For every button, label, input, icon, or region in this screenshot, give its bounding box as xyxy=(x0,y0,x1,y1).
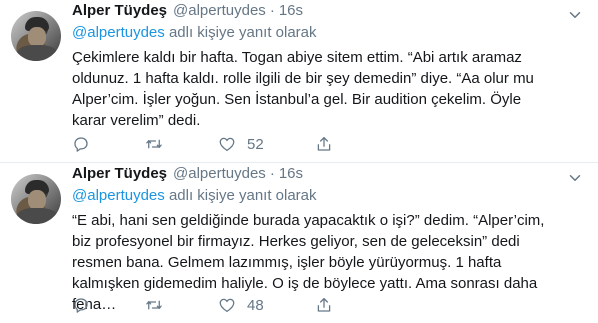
chevron-down-icon[interactable] xyxy=(566,169,584,187)
like-icon xyxy=(219,298,235,313)
reply-icon xyxy=(74,137,88,152)
tweet-time[interactable]: 16s xyxy=(279,2,303,19)
tweet-thread: Alper Tüydeş @alpertuydes · 16s @alpertu… xyxy=(0,0,598,323)
share-icon xyxy=(317,297,331,312)
separator-dot: · xyxy=(269,165,275,182)
reply-icon xyxy=(74,298,88,313)
avatar[interactable] xyxy=(11,11,61,61)
avatar[interactable] xyxy=(11,174,61,224)
share-button[interactable] xyxy=(315,296,388,314)
like-icon xyxy=(219,137,235,152)
like-count: 48 xyxy=(247,296,264,314)
tweet-header: Alper Tüydeş @alpertuydes · 16s xyxy=(72,2,303,24)
reply-button[interactable] xyxy=(72,135,145,153)
avatar-face xyxy=(28,190,46,210)
separator-dot: · xyxy=(269,2,275,19)
reply-suffix: adlı kişiye yanıt olarak xyxy=(164,24,317,41)
tweet-actions: 48 xyxy=(72,295,388,315)
author-name[interactable]: Alper Tüydeş xyxy=(72,2,167,19)
retweet-button[interactable] xyxy=(145,135,218,153)
chevron-down-icon[interactable] xyxy=(566,6,584,24)
like-count: 52 xyxy=(247,135,264,153)
author-handle[interactable]: @alpertuydes xyxy=(173,2,266,19)
like-button[interactable]: 48 xyxy=(218,296,291,314)
avatar-body xyxy=(17,45,57,61)
author-name[interactable]: Alper Tüydeş xyxy=(72,165,167,182)
reply-mention-link[interactable]: @alpertuydes xyxy=(72,187,165,204)
tweet[interactable]: Alper Tüydeş @alpertuydes · 16s @alpertu… xyxy=(0,163,598,323)
tweet-time[interactable]: 16s xyxy=(279,165,303,182)
share-icon xyxy=(317,136,331,151)
reply-button[interactable] xyxy=(72,296,145,314)
tweet-header: Alper Tüydeş @alpertuydes · 16s xyxy=(72,165,303,187)
tweet[interactable]: Alper Tüydeş @alpertuydes · 16s @alpertu… xyxy=(0,0,598,162)
retweet-icon xyxy=(146,139,162,149)
tweet-actions: 52 xyxy=(72,134,388,154)
retweet-button[interactable] xyxy=(145,296,218,314)
like-button[interactable]: 52 xyxy=(218,135,291,153)
reply-mention-link[interactable]: @alpertuydes xyxy=(72,24,165,41)
reply-context: @alpertuydes adlı kişiye yanıt olarak xyxy=(72,24,317,41)
reply-suffix: adlı kişiye yanıt olarak xyxy=(164,187,317,204)
author-handle[interactable]: @alpertuydes xyxy=(173,165,266,182)
tweet-text: Çekimlere kaldı bir hafta. Togan abiye s… xyxy=(72,49,534,129)
reply-context: @alpertuydes adlı kişiye yanıt olarak xyxy=(72,187,317,204)
avatar-face xyxy=(28,27,46,47)
share-button[interactable] xyxy=(315,135,388,153)
avatar-body xyxy=(17,208,57,224)
retweet-icon xyxy=(146,300,162,310)
